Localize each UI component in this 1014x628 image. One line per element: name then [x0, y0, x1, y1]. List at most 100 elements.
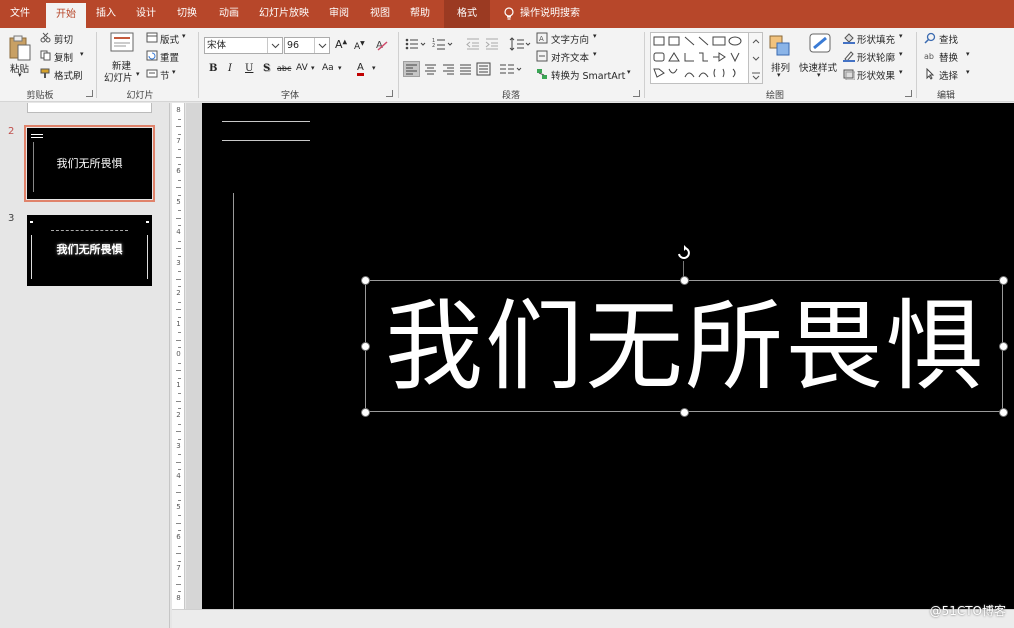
layout-dropdown-arrow[interactable]: ▾ [182, 32, 186, 40]
slide-thumbnails-panel[interactable]: 2 我们无所畏惧 3 我们无所畏惧 [0, 103, 170, 628]
font-launcher-icon[interactable] [386, 90, 393, 97]
copy-button[interactable]: 复制 [54, 50, 73, 64]
rotate-handle-icon[interactable] [675, 244, 693, 262]
new-slide-button-line2[interactable]: 幻灯片 [104, 70, 133, 84]
tab-design[interactable]: 设计 [128, 0, 164, 28]
new-slide-icon[interactable] [110, 32, 134, 54]
copy-dropdown-arrow[interactable]: ▾ [80, 50, 84, 58]
chevron-down-icon[interactable] [267, 38, 282, 53]
character-spacing-dropdown-arrow[interactable]: ▾ [311, 64, 315, 72]
resize-handle-top-left[interactable] [361, 276, 370, 285]
underline-button[interactable]: U [245, 63, 253, 74]
align-center-icon[interactable] [423, 62, 438, 76]
tab-insert[interactable]: 插入 [88, 0, 124, 28]
italic-button[interactable]: I [228, 63, 232, 74]
tab-animations[interactable]: 动画 [210, 0, 248, 28]
gallery-scroll[interactable] [748, 33, 762, 83]
section-button[interactable]: 节 [160, 68, 170, 82]
resize-handle-top-right[interactable] [999, 276, 1008, 285]
clear-formatting-icon[interactable]: A [375, 38, 388, 51]
strikethrough-button[interactable]: abc [277, 64, 291, 73]
horizontal-scrollbar[interactable] [172, 609, 1014, 628]
replace-dropdown-arrow[interactable]: ▾ [966, 50, 970, 58]
justify-icon[interactable] [458, 62, 473, 76]
slide-thumbnail-3[interactable]: 我们无所畏惧 [27, 215, 152, 286]
resize-handle-bottom[interactable] [680, 408, 689, 417]
font-size-combo[interactable]: 96 [284, 37, 330, 54]
select-button[interactable]: 选择 [939, 68, 958, 82]
new-slide-dropdown-arrow[interactable]: ▾ [136, 70, 140, 78]
resize-handle-bottom-right[interactable] [999, 408, 1008, 417]
tab-view[interactable]: 视图 [362, 0, 398, 28]
shape-outline-button[interactable]: 形状轮廓 [857, 50, 895, 64]
chevron-down-icon[interactable] [314, 38, 329, 53]
quick-styles-dropdown-arrow[interactable]: ▾ [817, 71, 821, 79]
reset-button[interactable]: 重置 [160, 50, 179, 64]
vertical-ruler[interactable]: 8 7 6 5 4 3 2 1 0 1 2 3 4 5 6 7 8 [172, 103, 185, 609]
shapes-gallery[interactable] [650, 32, 763, 84]
cut-button[interactable]: 剪切 [54, 32, 73, 46]
slide-title-text[interactable]: 我们无所畏惧 [366, 281, 1004, 413]
resize-handle-top[interactable] [680, 276, 689, 285]
quick-styles-icon[interactable] [808, 32, 832, 58]
replace-button[interactable]: 替换 [939, 50, 958, 64]
decrease-indent-icon[interactable] [466, 37, 480, 51]
tab-help[interactable]: 帮助 [402, 0, 438, 28]
line-spacing-icon[interactable] [509, 37, 531, 51]
shape-fill-button[interactable]: 形状填充 [857, 32, 895, 46]
text-shadow-button[interactable]: S [263, 63, 270, 74]
layout-button[interactable]: 版式 [160, 32, 179, 46]
slide-thumbnail-2[interactable]: 我们无所畏惧 [24, 125, 155, 202]
tab-file[interactable]: 文件 [0, 0, 40, 28]
section-dropdown-arrow[interactable]: ▾ [172, 68, 176, 76]
font-name-combo[interactable]: 宋体 [204, 37, 283, 54]
tab-format[interactable]: 格式 [444, 0, 490, 28]
align-text-dropdown-arrow[interactable]: ▾ [593, 50, 597, 58]
change-case-dropdown-arrow[interactable]: ▾ [338, 64, 342, 72]
numbering-icon[interactable]: 12 [432, 37, 454, 51]
shape-effects-button[interactable]: 形状效果 [857, 68, 895, 82]
change-case-button[interactable]: Aa [322, 63, 334, 73]
resize-handle-left[interactable] [361, 342, 370, 351]
tab-transitions[interactable]: 切换 [168, 0, 206, 28]
distributed-icon[interactable] [476, 62, 491, 76]
tell-me-search[interactable]: 操作说明搜索 [520, 0, 590, 28]
columns-icon[interactable] [499, 62, 523, 76]
smartart-dropdown-arrow[interactable]: ▾ [627, 68, 631, 76]
drawing-launcher-icon[interactable] [905, 90, 912, 97]
arrange-icon[interactable] [768, 34, 792, 58]
arrange-dropdown-arrow[interactable]: ▾ [777, 71, 781, 79]
lightbulb-icon[interactable] [503, 7, 515, 21]
bold-button[interactable]: B [209, 63, 217, 74]
tab-slideshow[interactable]: 幻灯片放映 [252, 0, 316, 28]
thumbnail-previous-partial[interactable] [27, 103, 152, 113]
tab-review[interactable]: 审阅 [320, 0, 358, 28]
shape-outline-dropdown-arrow[interactable]: ▾ [899, 50, 903, 58]
paste-dropdown-arrow[interactable]: ▾ [18, 71, 22, 79]
bullets-icon[interactable] [405, 37, 427, 51]
align-text-button[interactable]: 对齐文本 [551, 50, 589, 64]
tab-home[interactable]: 开始 [46, 3, 86, 28]
paste-icon[interactable] [8, 34, 32, 62]
clipboard-launcher-icon[interactable] [86, 90, 93, 97]
convert-smartart-button[interactable]: 转换为 SmartArt [551, 68, 625, 82]
align-right-icon[interactable] [441, 62, 456, 76]
shrink-font-button[interactable]: A▼ [354, 40, 365, 52]
shape-effects-dropdown-arrow[interactable]: ▾ [899, 68, 903, 76]
title-textbox[interactable]: 我们无所畏惧 [365, 280, 1003, 412]
paragraph-launcher-icon[interactable] [633, 90, 640, 97]
font-color-button[interactable]: A [357, 62, 364, 76]
find-button[interactable]: 查找 [939, 32, 958, 46]
align-left-button[interactable] [403, 61, 420, 77]
text-direction-button[interactable]: 文字方向 [551, 32, 589, 46]
character-spacing-button[interactable]: AV [296, 63, 308, 73]
shape-fill-dropdown-arrow[interactable]: ▾ [899, 32, 903, 40]
resize-handle-right[interactable] [999, 342, 1008, 351]
resize-handle-bottom-left[interactable] [361, 408, 370, 417]
format-painter-button[interactable]: 格式刷 [54, 68, 83, 82]
font-color-dropdown-arrow[interactable]: ▾ [372, 64, 376, 72]
grow-font-button[interactable]: A▲ [335, 38, 347, 51]
slide-editor[interactable]: 我们无所畏惧 [202, 103, 1014, 609]
text-direction-dropdown-arrow[interactable]: ▾ [593, 32, 597, 40]
select-dropdown-arrow[interactable]: ▾ [966, 68, 970, 76]
